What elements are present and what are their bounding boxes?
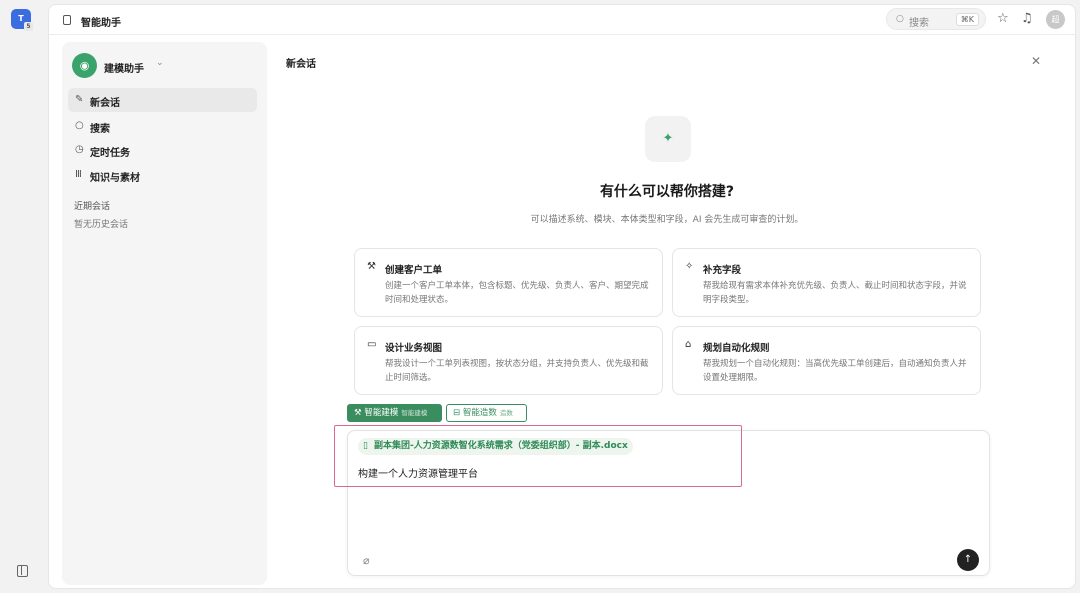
- search-shortcut: ⌘K: [955, 13, 979, 26]
- app-initial: T: [18, 14, 24, 23]
- main-window: 智能助手 ○ 搜索 ⌘K ☆ ♫ 超 ◉ 建模助手 ⌄ ✎ 新会话 ○ 搜索 ◷…: [48, 4, 1076, 589]
- suggestion-card[interactable]: ⚒ 创建客户工单 创建一个客户工单本体，包含标题、优先级、负责人、客户、期望完成…: [354, 248, 663, 317]
- suggestion-card[interactable]: ✧ 补充字段 帮我给现有需求本体补充优先级、负责人、截止时间和状态字段，并说明字…: [672, 248, 981, 317]
- edit-icon: ✎: [75, 94, 84, 105]
- sidebar-item-label: 定时任务: [90, 148, 130, 159]
- bell-icon[interactable]: ♫: [1021, 11, 1033, 26]
- mode-tab-tag: 造数: [499, 409, 513, 417]
- suggestion-card[interactable]: ▭ 设计业务视图 帮我设计一个工单列表视图，按状态分组，并支持负责人、优先级和截…: [354, 326, 663, 395]
- library-icon: Ⅲ: [75, 169, 82, 180]
- mode-tab-data-gen[interactable]: ⊟ 智能造数 造数: [446, 404, 527, 422]
- sidebar-item-new-chat[interactable]: ✎ 新会话: [68, 88, 257, 112]
- sidebar-toggle-icon[interactable]: [17, 565, 28, 577]
- mode-tab-label: 智能造数: [462, 408, 497, 418]
- chat-icon: ▭: [367, 339, 377, 350]
- page-title: 新会话: [286, 59, 316, 70]
- assistant-name: 建模助手: [104, 64, 144, 75]
- wand-icon: ⚒: [367, 261, 376, 272]
- sidebar-item-label: 新会话: [90, 98, 120, 109]
- sparkle-icon: ✦: [645, 116, 691, 162]
- mode-tab-label: 智能建模: [364, 408, 399, 418]
- suggestion-card[interactable]: ⌂ 规划自动化规则 帮我规划一个自动化规则：当高优先级工单创建后，自动通知负责人…: [672, 326, 981, 395]
- robot-icon: ◉: [72, 53, 97, 78]
- card-desc: 帮我给现有需求本体补充优先级、负责人、截止时间和状态字段，并说明字段类型。: [703, 281, 967, 305]
- card-title: 补充字段: [703, 265, 742, 276]
- send-button[interactable]: ↑: [957, 549, 979, 571]
- mode-tab-tag: 智能建模: [401, 409, 428, 417]
- hero-subtitle: 可以描述系统、模块、本体类型和字段，AI 会先生成可审查的计划。: [530, 215, 804, 225]
- app-logo[interactable]: T 5: [11, 9, 33, 31]
- database-icon: ⊟: [453, 408, 461, 418]
- search-icon: ○: [896, 14, 904, 24]
- robot-icon: ⌂: [685, 339, 692, 350]
- card-desc: 帮我设计一个工单列表视图，按状态分组，并支持负责人、优先级和截止时间筛选。: [385, 359, 649, 383]
- app-rail: T 5: [0, 0, 48, 593]
- window-title: 智能助手: [81, 18, 121, 29]
- arrow-up-icon: ↑: [963, 554, 973, 565]
- sidebar: ◉ 建模助手 ⌄ ✎ 新会话 ○ 搜索 ◷ 定时任务 Ⅲ 知识与素材 近期会话 …: [62, 42, 267, 585]
- chevron-down-icon: ⌄: [156, 58, 164, 68]
- search-input[interactable]: ○ 搜索 ⌘K: [886, 8, 986, 30]
- close-icon[interactable]: ✕: [1031, 54, 1041, 68]
- mode-tab-modeling[interactable]: ⚒ 智能建模 智能建模: [347, 404, 442, 422]
- search-placeholder: 搜索: [909, 18, 929, 29]
- wand-icon: ⚒: [354, 408, 362, 418]
- sidebar-item-scheduled[interactable]: ◷ 定时任务: [68, 138, 257, 162]
- search-icon: ○: [75, 120, 84, 131]
- app-sub-badge: 5: [24, 22, 33, 31]
- paperclip-icon[interactable]: ⌀: [363, 554, 370, 567]
- card-title: 设计业务视图: [385, 343, 443, 354]
- highlight-box: [334, 425, 742, 487]
- card-desc: 创建一个客户工单本体，包含标题、优先级、负责人、客户、期望完成时间和处理状态。: [385, 281, 649, 305]
- sidebar-item-search[interactable]: ○ 搜索: [68, 114, 257, 138]
- card-title: 创建客户工单: [385, 265, 443, 276]
- top-bar: 智能助手 ○ 搜索 ⌘K ☆ ♫ 超: [49, 5, 1075, 35]
- card-desc: 帮我规划一个自动化规则：当高优先级工单创建后，自动通知负责人并设置处理期限。: [703, 359, 967, 383]
- star-icon[interactable]: ☆: [997, 11, 1009, 26]
- sparkle-icon: ✧: [685, 261, 694, 272]
- avatar[interactable]: 超: [1046, 10, 1065, 29]
- hero-title: 有什么可以帮你搭建?: [599, 184, 735, 200]
- clock-icon: ◷: [75, 144, 84, 155]
- panel-icon[interactable]: [63, 15, 71, 25]
- card-title: 规划自动化规则: [703, 343, 770, 354]
- sidebar-item-label: 搜索: [90, 124, 110, 135]
